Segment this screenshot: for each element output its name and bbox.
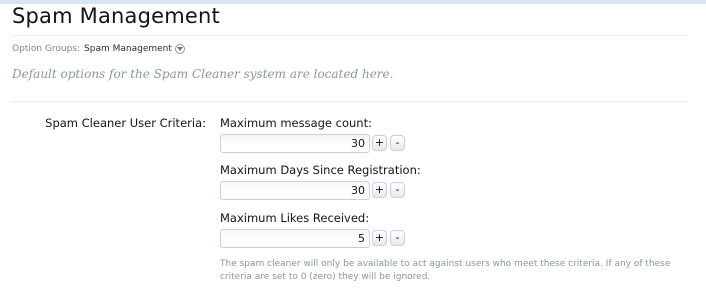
- max-likes-received-label: Maximum Likes Received:: [220, 211, 370, 225]
- title-divider: [12, 35, 688, 36]
- max-likes-received-decrement-button[interactable]: -: [390, 230, 405, 246]
- max-days-since-registration-label: Maximum Days Since Registration:: [220, 163, 421, 177]
- max-days-since-registration-input[interactable]: [220, 181, 370, 200]
- option-groups-value[interactable]: Spam Management: [84, 44, 172, 54]
- section-divider: [12, 101, 688, 102]
- max-days-since-registration-increment-button[interactable]: +: [372, 182, 387, 198]
- option-groups: Option Groups: Spam Management: [12, 44, 185, 54]
- max-message-count-label: Maximum message count:: [220, 116, 372, 130]
- option-groups-label: Option Groups:: [12, 44, 81, 54]
- group-description: Default options for the Spam Cleaner sys…: [12, 67, 394, 81]
- max-message-count-increment-button[interactable]: +: [372, 135, 387, 151]
- page-title: Spam Management: [12, 4, 220, 28]
- max-days-since-registration-decrement-button[interactable]: -: [390, 182, 405, 198]
- chevron-down-icon[interactable]: [174, 44, 185, 54]
- criteria-label: Spam Cleaner User Criteria:: [45, 116, 206, 130]
- max-likes-received-increment-button[interactable]: +: [372, 230, 387, 246]
- max-likes-received-input[interactable]: [220, 229, 370, 248]
- criteria-hint: The spam cleaner will only be available …: [220, 259, 671, 282]
- max-message-count-decrement-button[interactable]: -: [390, 135, 405, 151]
- max-message-count-input[interactable]: [220, 134, 370, 153]
